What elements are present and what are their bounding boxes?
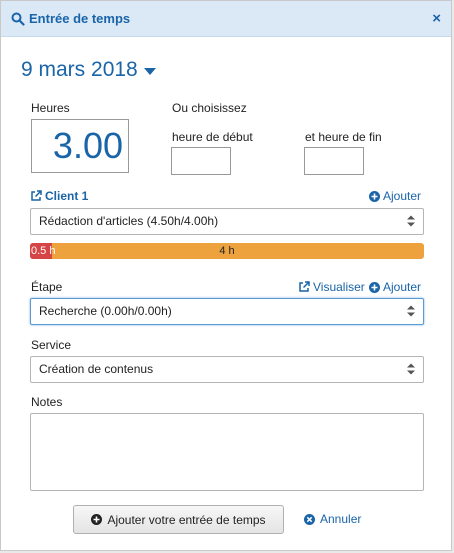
end-time-label: et heure de fin bbox=[305, 130, 382, 144]
submit-button[interactable]: Ajouter votre entrée de temps bbox=[73, 505, 284, 534]
search-icon bbox=[11, 12, 25, 26]
client-link[interactable]: Client 1 bbox=[30, 189, 88, 203]
client-select[interactable]: Rédaction d'articles (4.50h/4.00h) bbox=[30, 208, 424, 235]
select-arrows-icon bbox=[407, 305, 415, 317]
client-label: Client 1 bbox=[45, 189, 89, 203]
choose-label: Ou choisissez bbox=[172, 101, 247, 115]
end-time-input[interactable] bbox=[304, 147, 364, 175]
step-view-link[interactable]: Visualiser bbox=[298, 280, 365, 294]
step-view-label: Visualiser bbox=[313, 280, 365, 294]
service-select[interactable]: Création de contenus bbox=[30, 356, 424, 383]
external-link-icon bbox=[31, 190, 42, 201]
step-add-label: Ajouter bbox=[383, 280, 422, 294]
start-time-input[interactable] bbox=[171, 147, 231, 175]
step-label: Étape bbox=[31, 280, 63, 294]
cancel-button[interactable]: Annuler bbox=[304, 512, 361, 526]
close-icon[interactable]: × bbox=[432, 10, 441, 27]
cancel-label: Annuler bbox=[320, 512, 362, 526]
notes-label: Notes bbox=[31, 395, 63, 409]
client-selected: Rédaction d'articles (4.50h/4.00h) bbox=[39, 214, 219, 228]
service-selected: Création de contenus bbox=[39, 362, 154, 376]
panel-title: Entrée de temps bbox=[29, 11, 131, 26]
time-entry-panel: Entrée de temps × 9 mars 2018 Heures 3.0… bbox=[0, 0, 452, 551]
service-label: Service bbox=[31, 338, 72, 352]
client-add-button[interactable]: Ajouter bbox=[369, 189, 421, 203]
date-picker[interactable]: 9 mars 2018 bbox=[21, 58, 156, 82]
budget-label: 4 h bbox=[219, 245, 235, 257]
plus-circle-icon bbox=[369, 190, 380, 202]
plus-circle-icon bbox=[369, 281, 380, 293]
step-selected: Recherche (0.00h/0.00h) bbox=[39, 304, 172, 318]
panel-header: Entrée de temps × bbox=[1, 1, 451, 37]
notes-textarea[interactable] bbox=[30, 413, 424, 491]
step-select[interactable]: Recherche (0.00h/0.00h) bbox=[30, 298, 424, 325]
client-add-label: Ajouter bbox=[383, 189, 422, 203]
submit-label: Ajouter votre entrée de temps bbox=[107, 512, 266, 527]
budget-progress-bar: 0.5 h 4 h bbox=[30, 243, 424, 259]
plus-circle-icon bbox=[91, 514, 103, 525]
hours-label: Heures bbox=[31, 101, 70, 115]
close-circle-icon bbox=[304, 513, 315, 525]
hours-input[interactable]: 3.00 bbox=[31, 119, 129, 173]
caret-down-icon bbox=[143, 67, 156, 75]
date-label: 9 mars 2018 bbox=[21, 58, 138, 81]
select-arrows-icon bbox=[407, 215, 415, 227]
external-link-icon bbox=[299, 281, 310, 292]
step-add-button[interactable]: Ajouter bbox=[369, 280, 421, 294]
select-arrows-icon bbox=[407, 363, 415, 375]
start-time-label: heure de début bbox=[172, 130, 253, 144]
